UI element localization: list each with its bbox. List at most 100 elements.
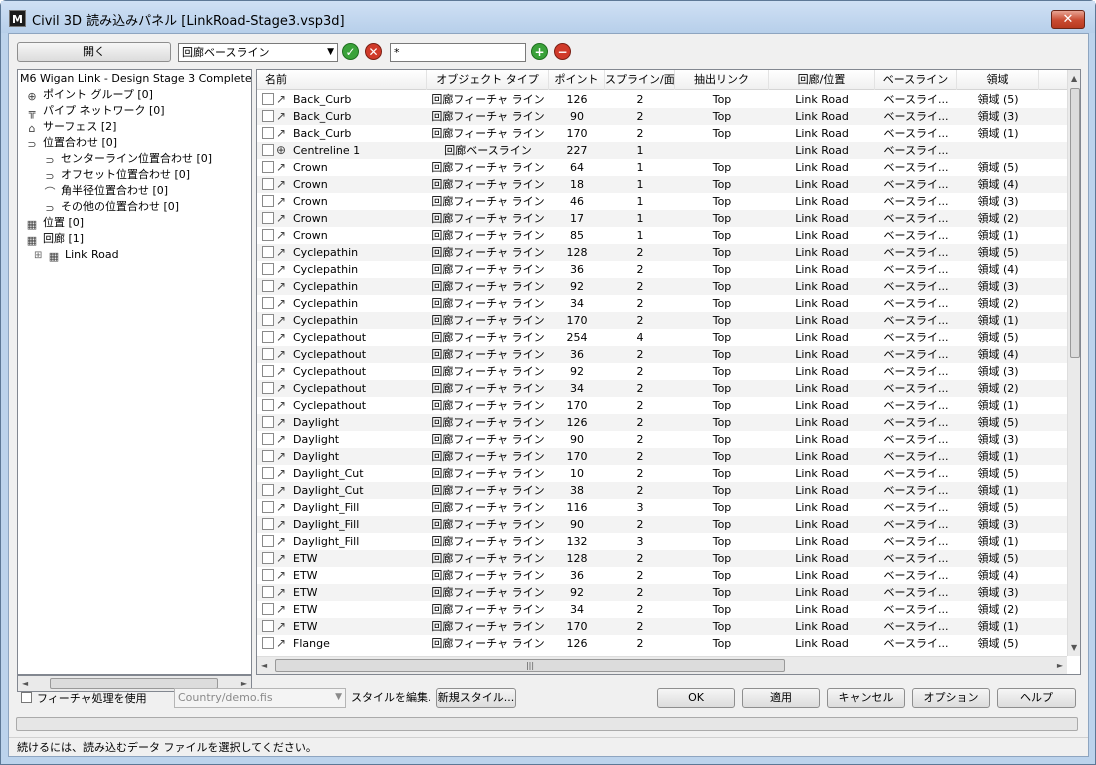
tree-item[interactable]: ⊃ 位置合わせ [0] bbox=[24, 135, 117, 151]
apply-button[interactable]: 適用 bbox=[742, 688, 820, 708]
table-row[interactable]: ↗ Crown 回廊フィーチャ ライン 64 1 Top Link Road ベースライ...… bbox=[257, 159, 1067, 176]
table-row[interactable]: ↗ Crown 回廊フィーチャ ライン 46 1 Top Link Road ベースライ...… bbox=[257, 193, 1067, 210]
row-checkbox[interactable] bbox=[262, 552, 274, 564]
row-checkbox[interactable] bbox=[262, 246, 274, 258]
row-checkbox[interactable] bbox=[262, 501, 274, 513]
table-row[interactable]: ↗ Cyclepathout 回廊フィーチャ ライン 170 2 Top Link Road… bbox=[257, 397, 1067, 414]
table-row[interactable]: ↗ Cyclepathin 回廊フィーチャ ライン 128 2 Top Link Road ベ… bbox=[257, 244, 1067, 261]
table-row[interactable]: ↗ Daylight_Fill 回廊フィーチャ ライン 116 3 Top Link Roa… bbox=[257, 499, 1067, 516]
deselect-all-icon[interactable]: ✕ bbox=[365, 43, 382, 60]
tree-item[interactable]: ⊕ ポイント グループ [0] bbox=[24, 87, 153, 103]
edit-style-button[interactable]: スタイルを編集... bbox=[350, 688, 431, 708]
select-all-icon[interactable]: ✓ bbox=[342, 43, 359, 60]
table-row[interactable]: ↗ Crown 回廊フィーチャ ライン 17 1 Top Link Road ベースライ...… bbox=[257, 210, 1067, 227]
row-checkbox[interactable] bbox=[262, 314, 274, 326]
row-checkbox[interactable] bbox=[262, 382, 274, 394]
table-row[interactable]: ↗ Crown 回廊フィーチャ ライン 85 1 Top Link Road ベースライ...… bbox=[257, 227, 1067, 244]
filter-input[interactable]: * bbox=[390, 43, 526, 62]
row-checkbox[interactable] bbox=[262, 195, 274, 207]
options-button[interactable]: オプション bbox=[912, 688, 990, 708]
feature-processing-checkbox[interactable] bbox=[21, 692, 32, 703]
tree-item[interactable]: ▦ 回廊 [1] bbox=[24, 231, 84, 247]
tree-item[interactable]: ⊃ センターライン位置合わせ [0] bbox=[42, 151, 212, 167]
scroll-left-icon[interactable]: ◄ bbox=[22, 679, 28, 688]
expand-icon[interactable]: ⊞ bbox=[34, 248, 46, 264]
row-checkbox[interactable] bbox=[262, 229, 274, 241]
row-checkbox[interactable] bbox=[262, 280, 274, 292]
grid-vertical-scrollbar[interactable]: ▲ ▼ bbox=[1067, 70, 1080, 656]
table-row[interactable]: ↗ ETW 回廊フィーチャ ライン 128 2 Top Link Road ベースライ... 領… bbox=[257, 550, 1067, 567]
row-checkbox[interactable] bbox=[262, 348, 274, 360]
table-row[interactable]: ↗ ETW 回廊フィーチャ ライン 34 2 Top Link Road ベースライ... 領域… bbox=[257, 601, 1067, 618]
scroll-left-icon[interactable]: ◄ bbox=[261, 661, 267, 670]
table-row[interactable]: ↗ Cyclepathin 回廊フィーチャ ライン 170 2 Top Link Road ベ… bbox=[257, 312, 1067, 329]
row-checkbox[interactable] bbox=[262, 433, 274, 445]
table-row[interactable]: ↗ Daylight 回廊フィーチャ ライン 170 2 Top Link Road ベースラ… bbox=[257, 448, 1067, 465]
row-checkbox[interactable] bbox=[262, 263, 274, 275]
row-checkbox[interactable] bbox=[262, 365, 274, 377]
row-checkbox[interactable] bbox=[262, 110, 274, 122]
table-row[interactable]: ↗ Cyclepathout 回廊フィーチャ ライン 254 4 Top Link Road… bbox=[257, 329, 1067, 346]
ok-button[interactable]: OK bbox=[657, 688, 735, 708]
row-checkbox[interactable] bbox=[262, 212, 274, 224]
table-row[interactable]: ↗ ETW 回廊フィーチャ ライン 170 2 Top Link Road ベースライ... 領… bbox=[257, 618, 1067, 635]
row-checkbox[interactable] bbox=[262, 535, 274, 547]
tree-item[interactable]: ⊞ ▦ Link Road bbox=[34, 247, 119, 263]
title-bar[interactable]: M Civil 3D 読み込みパネル [LinkRoad-Stage3.vsp3… bbox=[1, 1, 1095, 33]
add-filter-icon[interactable]: + bbox=[531, 43, 548, 60]
table-row[interactable]: ⊕ Centreline 1 回廊ベースライン 227 1 Link Road ベースライ.… bbox=[257, 142, 1067, 159]
grid-hscroll-thumb[interactable]: ||| bbox=[275, 659, 785, 672]
row-checkbox[interactable] bbox=[262, 586, 274, 598]
grid-vscroll-thumb[interactable] bbox=[1070, 88, 1080, 358]
scroll-right-icon[interactable]: ► bbox=[241, 679, 247, 688]
new-style-button[interactable]: 新規スタイル... bbox=[436, 688, 516, 708]
column-header[interactable]: 名前 bbox=[257, 70, 427, 90]
scroll-right-icon[interactable]: ► bbox=[1057, 661, 1063, 670]
row-checkbox[interactable] bbox=[262, 161, 274, 173]
row-checkbox[interactable] bbox=[262, 144, 274, 156]
table-row[interactable]: ↗ Cyclepathin 回廊フィーチャ ライン 34 2 Top Link Road ベー… bbox=[257, 295, 1067, 312]
help-button[interactable]: ヘルプ bbox=[997, 688, 1076, 708]
table-row[interactable]: ↗ Daylight_Cut 回廊フィーチャ ライン 10 2 Top Link Road ベ… bbox=[257, 465, 1067, 482]
table-row[interactable]: ↗ Cyclepathout 回廊フィーチャ ライン 34 2 Top Link Road ベ… bbox=[257, 380, 1067, 397]
row-checkbox[interactable] bbox=[262, 331, 274, 343]
object-type-combo[interactable]: 回廊ベースライン ▼ bbox=[178, 43, 338, 62]
tree-item[interactable]: ╦ パイプ ネットワーク [0] bbox=[24, 103, 165, 119]
scroll-down-icon[interactable]: ▼ bbox=[1071, 643, 1077, 652]
column-header[interactable]: 領域 bbox=[957, 70, 1039, 90]
tree-root[interactable]: M6 Wigan Link - Design Stage 3 Complete.… bbox=[20, 71, 251, 87]
table-row[interactable]: ↗ Back_Curb 回廊フィーチャ ライン 126 2 Top Link Road ベース… bbox=[257, 91, 1067, 108]
object-grid[interactable]: 名前 オブジェクト タイプ ポイント スプライン/面 抽出リンク 回廊/位置 ベースライン領… bbox=[256, 69, 1081, 675]
row-checkbox[interactable] bbox=[262, 518, 274, 530]
drawing-tree[interactable]: M6 Wigan Link - Design Stage 3 Complete.… bbox=[17, 69, 252, 675]
row-checkbox[interactable] bbox=[262, 467, 274, 479]
row-checkbox[interactable] bbox=[262, 637, 274, 649]
table-row[interactable]: ↗ ETW 回廊フィーチャ ライン 92 2 Top Link Road ベースライ... 領域… bbox=[257, 584, 1067, 601]
tree-item[interactable]: ▦ 位置 [0] bbox=[24, 215, 84, 231]
table-row[interactable]: ↗ Back_Curb 回廊フィーチャ ライン 90 2 Top Link Road ベースラ… bbox=[257, 108, 1067, 125]
row-checkbox[interactable] bbox=[262, 620, 274, 632]
table-row[interactable]: ↗ Cyclepathin 回廊フィーチャ ライン 36 2 Top Link Road ベー… bbox=[257, 261, 1067, 278]
table-row[interactable]: ↗ Back_Curb 回廊フィーチャ ライン 170 2 Top Link Road ベース… bbox=[257, 125, 1067, 142]
table-row[interactable]: ↗ ETW 回廊フィーチャ ライン 36 2 Top Link Road ベースライ... 領域… bbox=[257, 567, 1067, 584]
table-row[interactable]: ↗ Cyclepathout 回廊フィーチャ ライン 36 2 Top Link Road ベ… bbox=[257, 346, 1067, 363]
row-checkbox[interactable] bbox=[262, 569, 274, 581]
tree-item[interactable]: ⌂ サーフェス [2] bbox=[24, 119, 117, 135]
column-header[interactable]: 抽出リンク bbox=[675, 70, 769, 90]
row-checkbox[interactable] bbox=[262, 416, 274, 428]
table-row[interactable]: ↗ Cyclepathin 回廊フィーチャ ライン 92 2 Top Link Road ベー… bbox=[257, 278, 1067, 295]
tree-item[interactable]: ⊃ その他の位置合わせ [0] bbox=[42, 199, 179, 215]
row-checkbox[interactable] bbox=[262, 484, 274, 496]
column-header[interactable]: ポイント bbox=[549, 70, 605, 90]
scroll-up-icon[interactable]: ▲ bbox=[1071, 74, 1077, 83]
column-header[interactable]: ベースライン bbox=[875, 70, 957, 90]
row-checkbox[interactable] bbox=[262, 127, 274, 139]
row-checkbox[interactable] bbox=[262, 450, 274, 462]
table-row[interactable]: ↗ Daylight 回廊フィーチャ ライン 126 2 Top Link Road ベースラ… bbox=[257, 414, 1067, 431]
open-button[interactable]: 開く bbox=[17, 42, 171, 62]
column-header[interactable]: オブジェクト タイプ bbox=[427, 70, 549, 90]
row-checkbox[interactable] bbox=[262, 297, 274, 309]
column-header[interactable]: スプライン/面 bbox=[605, 70, 675, 90]
table-row[interactable]: ↗ Daylight_Fill 回廊フィーチャ ライン 132 3 Top Link Roa… bbox=[257, 533, 1067, 550]
column-header[interactable]: 回廊/位置 bbox=[769, 70, 875, 90]
